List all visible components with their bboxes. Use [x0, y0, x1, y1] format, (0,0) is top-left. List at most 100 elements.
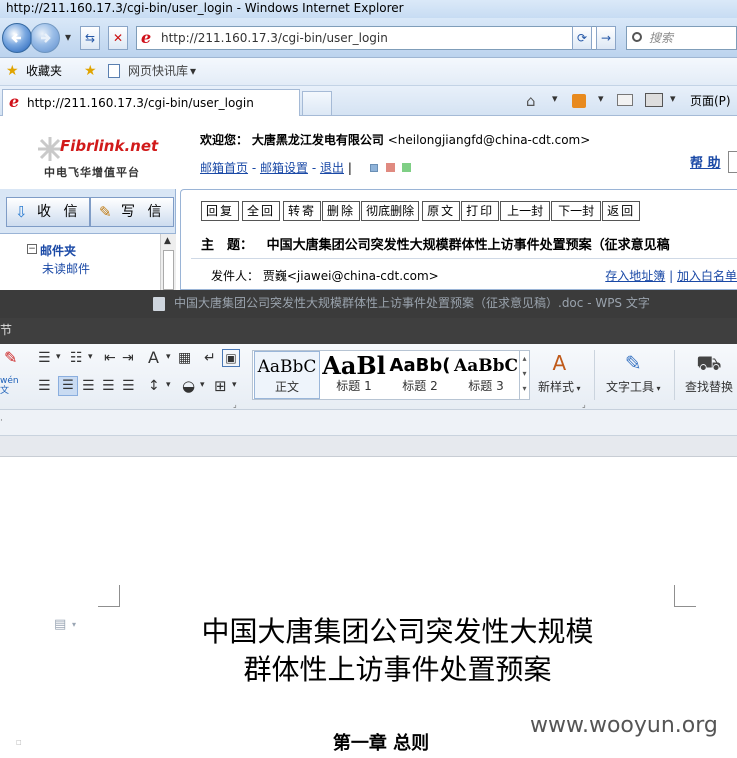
scroll-thumb[interactable] [163, 250, 174, 290]
theme-red-swatch[interactable] [385, 163, 395, 172]
logout-link[interactable]: 退出 [320, 161, 344, 175]
styles-launcher-icon[interactable]: ⌟ [582, 400, 586, 409]
wps-title-bar: 中国大唐集团公司突发性大规模群体性上访事件处置预案（征求意见稿）.doc - W… [0, 290, 737, 318]
address-text: http://211.160.17.3/cgi-bin/user_login [161, 31, 388, 45]
new-tab-button[interactable] [302, 91, 332, 115]
write-mail-button[interactable]: ✎ 写 信 [90, 197, 174, 227]
new-style-button[interactable]: A 新样式 ▾ [538, 348, 581, 395]
forward-button[interactable] [30, 23, 60, 53]
bullet-list-icon[interactable]: ☰ [38, 350, 51, 366]
theme-green-swatch[interactable] [402, 163, 412, 172]
permanent-delete-button[interactable]: 彻底删除 [361, 201, 420, 221]
original-button[interactable]: 原文 [422, 201, 461, 221]
decrease-indent-icon[interactable]: ⇤ [104, 350, 116, 366]
add-favorite-icon[interactable]: ★ [84, 58, 97, 84]
align-right-icon[interactable]: ☰ [82, 378, 95, 394]
reply-all-button[interactable]: 全回 [242, 201, 281, 221]
favorites-button[interactable]: 收藏夹 [26, 58, 62, 84]
ribbon-separator [594, 350, 595, 400]
borders-icon[interactable]: ⊞ [214, 377, 227, 395]
style-heading-3[interactable]: AaBbC 标题 3 [453, 351, 519, 399]
company-name: 大唐黑龙江发电有限公司 [251, 133, 384, 147]
home-icon[interactable]: ⌂ [526, 92, 536, 110]
show-marks-icon[interactable]: ▣ [222, 349, 240, 367]
whitelist-link[interactable]: 加入白名单 [677, 269, 737, 283]
delete-button[interactable]: 删除 [322, 201, 361, 221]
reply-button[interactable]: 回复 [201, 201, 240, 221]
increase-indent-icon[interactable]: ⇥ [122, 350, 134, 366]
search-input[interactable]: 搜索 [626, 26, 737, 50]
go-button[interactable]: → [596, 26, 616, 50]
user-email: <heilongjiangfd@china-cdt.com> [387, 133, 591, 147]
style-heading-1[interactable]: AaBl 标题 1 [321, 351, 387, 399]
print-dropdown-icon[interactable]: ▾ [670, 92, 676, 105]
search-icon [632, 32, 642, 42]
save-address-link[interactable]: 存入地址簿 [605, 269, 665, 283]
numbered-dropdown-icon[interactable]: ▾ [88, 352, 93, 362]
borders-dropdown-icon[interactable]: ▾ [232, 380, 237, 390]
rss-feed-icon[interactable] [572, 94, 586, 108]
style-heading-2[interactable]: AaBb( 标题 2 [387, 351, 453, 399]
window-title: http://211.160.17.3/cgi-bin/user_login -… [0, 0, 737, 18]
text-tools-dropdown-icon: ▾ [654, 384, 661, 393]
distribute-icon[interactable]: ☰ [122, 378, 135, 394]
style-gallery-scroll[interactable]: ▴ ▾ ▾ [519, 351, 529, 399]
style-normal[interactable]: AaBbC 正文 [254, 351, 320, 399]
document-title-line1: 中国大唐集团公司突发性大规模 [201, 615, 594, 648]
previous-mail-button[interactable]: 上一封 [500, 201, 551, 221]
line-spacing-icon[interactable]: ↕ [148, 378, 160, 394]
pinyin-guide-icon[interactable]: wén 文 [0, 376, 19, 396]
receive-mail-button[interactable]: ⇩ 收 信 [6, 197, 90, 227]
address-bar[interactable]: e http://211.160.17.3/cgi-bin/user_login [136, 26, 598, 50]
char-scale-icon[interactable]: A [148, 348, 159, 367]
help-link[interactable]: 帮 助 [690, 152, 721, 171]
mailbox-home-link[interactable]: 邮箱首页 [200, 161, 248, 175]
text-tools-button[interactable]: ✎ 文字工具 ▾ [606, 348, 661, 395]
menu-section-fragment[interactable]: 节 [0, 323, 12, 337]
bullet-dropdown-icon[interactable]: ▾ [56, 352, 61, 362]
shading-dropdown-icon[interactable]: ▾ [200, 380, 205, 390]
line-break-icon[interactable]: ↵ [204, 350, 216, 366]
back-button[interactable] [2, 23, 32, 53]
align-left-icon[interactable]: ☰ [38, 378, 51, 394]
ruler-marker: · [0, 416, 3, 426]
read-mail-icon[interactable] [617, 94, 633, 106]
collapse-icon[interactable]: − [27, 244, 37, 254]
tab-user-login[interactable]: e http://211.160.17.3/cgi-bin/user_login [2, 89, 300, 116]
sidebar-scrollbar[interactable]: ▲ [160, 234, 176, 290]
history-dropdown[interactable]: ▾ [62, 26, 74, 50]
style-heading-1-label: 标题 1 [336, 379, 372, 393]
table-grid-icon[interactable]: ▦ [178, 350, 191, 366]
back-to-list-button[interactable]: 返回 [602, 201, 641, 221]
tab-bar: e http://211.160.17.3/cgi-bin/user_login… [0, 86, 737, 116]
back-arrow-icon [11, 33, 21, 43]
scroll-up-icon[interactable]: ▲ [164, 236, 171, 246]
print-icon[interactable] [645, 93, 663, 107]
paragraph-launcher-icon[interactable]: ⌟ [233, 400, 237, 409]
line-spacing-dropdown-icon[interactable]: ▾ [166, 380, 171, 390]
next-mail-button[interactable]: 下一封 [551, 201, 602, 221]
compat-view-button[interactable]: ⇆ [80, 26, 100, 50]
align-center-icon[interactable]: ☰ [58, 376, 78, 396]
logo-text: Fibrlink.net [60, 137, 159, 155]
feed-dropdown-icon[interactable]: ▾ [598, 92, 604, 105]
pinyin-icon[interactable]: ✎ [4, 348, 17, 367]
numbered-list-icon[interactable]: ☷ [70, 350, 83, 366]
mail-reader: 回复 全回 转寄 删除 彻底删除 原文 打印 上一封 下一封 返回 主 题： 中国大唐集团公司突发… [180, 189, 737, 290]
forward-mail-button[interactable]: 转寄 [283, 201, 322, 221]
char-scale-dropdown-icon[interactable]: ▾ [166, 352, 171, 362]
page-menu[interactable]: 页面(P) [690, 92, 731, 109]
stop-button[interactable]: ✕ [108, 26, 128, 50]
web-slice-dropdown-icon[interactable]: ▾ [190, 58, 196, 84]
folder-unread[interactable]: 未读邮件 [42, 260, 90, 277]
web-slice-gallery-link[interactable]: 网页快讯库 [128, 58, 188, 84]
home-dropdown-icon[interactable]: ▾ [552, 92, 558, 105]
find-replace-button[interactable]: ⛟ 查找替换 [685, 348, 733, 395]
justify-icon[interactable]: ☰ [102, 378, 115, 394]
theme-blue-swatch[interactable] [369, 164, 378, 172]
refresh-button[interactable]: ⟳ [572, 26, 592, 50]
mailbox-settings-link[interactable]: 邮箱设置 [260, 161, 308, 175]
folder-root[interactable]: 邮件夹 [40, 242, 76, 259]
print-button[interactable]: 打印 [461, 201, 500, 221]
shading-icon[interactable]: ◒ [182, 377, 195, 395]
